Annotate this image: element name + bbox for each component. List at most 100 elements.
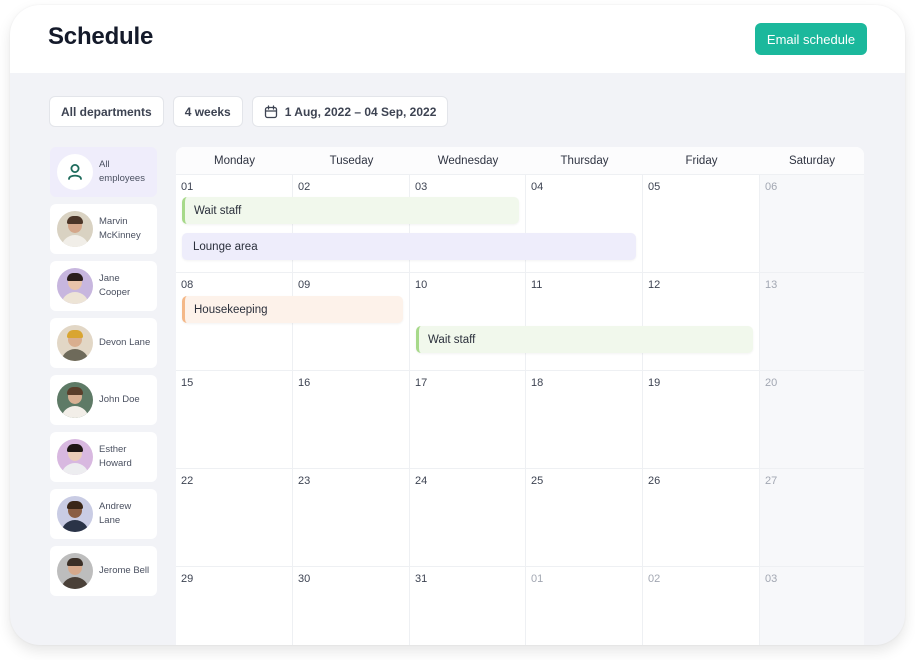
day-header: Wednesday — [437, 154, 499, 167]
calendar-day-cell[interactable]: 22 — [176, 469, 293, 566]
calendar-day-cell[interactable]: 17 — [410, 371, 526, 468]
employee-name: Andrew Lane — [99, 500, 131, 528]
range-filter[interactable]: 4 weeks — [172, 96, 243, 127]
calendar-day-cell[interactable]: 23 — [293, 469, 410, 566]
date-range-label: 1 Aug, 2022 – 04 Sep, 2022 — [284, 104, 437, 119]
employee-name: John Doe — [99, 393, 140, 407]
calendar-day-cell[interactable]: 31 — [410, 567, 526, 645]
calendar-day-cell[interactable]: 12 — [643, 273, 760, 370]
label-line: McKinney — [99, 230, 141, 241]
label-line: Cooper — [99, 287, 131, 298]
employee-name: Esther Howard — [99, 443, 132, 471]
shift-event[interactable]: Wait staff — [182, 197, 519, 224]
calendar-week-row: 15 16 17 18 19 20 — [176, 371, 864, 469]
day-number: 25 — [531, 475, 544, 487]
label-line: John Doe — [99, 394, 140, 405]
sidebar-item-employee[interactable]: Marvin McKinney — [50, 204, 157, 254]
avatar — [57, 496, 93, 532]
avatar — [57, 439, 93, 475]
sidebar-item-employee[interactable]: Jerome Bell — [50, 546, 157, 596]
calendar-day-cell[interactable]: 26 — [643, 469, 760, 566]
shift-event[interactable]: Housekeeping — [182, 296, 403, 323]
label-line: Marvin — [99, 216, 128, 227]
sidebar-item-employee[interactable]: Devon Lane — [50, 318, 157, 368]
day-header: Monday — [214, 154, 255, 167]
day-number: 23 — [298, 475, 311, 487]
calendar-icon — [264, 104, 278, 119]
day-number: 15 — [181, 377, 194, 389]
sidebar-item-employee[interactable]: Jane Cooper — [50, 261, 157, 311]
sidebar-item-employee[interactable]: John Doe — [50, 375, 157, 425]
top-bar: Schedule Email schedule — [10, 5, 905, 73]
calendar-body: 01 02 03 04 05 06 Wait staff Lounge area 08 09 10 1… — [176, 175, 864, 645]
sidebar-item-label: All employees — [99, 158, 145, 186]
label-line: All — [99, 159, 110, 170]
day-number: 24 — [415, 475, 428, 487]
day-number: 04 — [531, 181, 544, 193]
shift-event-label: Wait staff — [428, 333, 476, 346]
calendar-week-row: 22 23 24 25 26 27 — [176, 469, 864, 567]
shift-event[interactable]: Wait staff — [416, 326, 753, 353]
date-range-picker[interactable]: 1 Aug, 2022 – 04 Sep, 2022 — [251, 96, 449, 127]
calendar-day-cell[interactable]: 27 — [760, 469, 864, 566]
employee-sidebar: All employees Marvin McKinney Jane Coope… — [50, 147, 157, 603]
calendar-week-row: 29 30 31 01 02 03 — [176, 567, 864, 645]
calendar-week-row: 01 02 03 04 05 06 Wait staff Lounge area — [176, 175, 864, 273]
calendar-day-cell[interactable]: 03 — [760, 567, 864, 645]
day-number: 08 — [181, 279, 194, 291]
email-schedule-button[interactable]: Email schedule — [755, 23, 867, 55]
calendar-header: Monday Tuseday Wednesday Thursday Friday Satu… — [176, 147, 864, 175]
day-header: Friday — [685, 154, 718, 167]
employee-name: Devon Lane — [99, 336, 150, 350]
calendar-grid: Monday Tuseday Wednesday Thursday Friday Satu… — [176, 147, 864, 645]
label-line: Devon Lane — [99, 337, 151, 348]
day-number: 29 — [181, 573, 194, 585]
calendar-day-cell[interactable]: 13 — [760, 273, 864, 370]
day-number: 03 — [765, 573, 778, 585]
day-number: 13 — [765, 279, 778, 291]
calendar-day-cell[interactable]: 24 — [410, 469, 526, 566]
day-number: 17 — [415, 377, 428, 389]
day-number: 06 — [765, 181, 778, 193]
day-number: 19 — [648, 377, 661, 389]
calendar-day-cell[interactable]: 29 — [176, 567, 293, 645]
calendar-day-cell[interactable]: 05 — [643, 175, 760, 272]
calendar-day-cell[interactable]: 16 — [293, 371, 410, 468]
label-line: Jerome Bell — [99, 565, 150, 576]
day-number: 31 — [415, 573, 428, 585]
avatar — [57, 211, 93, 247]
calendar-day-cell[interactable]: 15 — [176, 371, 293, 468]
day-number: 11 — [531, 279, 543, 291]
avatar — [57, 382, 93, 418]
calendar-day-cell[interactable]: 30 — [293, 567, 410, 645]
day-header: Tuseday — [329, 154, 374, 167]
calendar-day-cell[interactable]: 01 — [526, 567, 643, 645]
day-number: 10 — [415, 279, 428, 291]
calendar-day-cell[interactable]: 25 — [526, 469, 643, 566]
department-filter[interactable]: All departments — [49, 96, 164, 127]
day-number: 03 — [415, 181, 428, 193]
calendar-day-cell[interactable]: 20 — [760, 371, 864, 468]
sidebar-item-employee[interactable]: Esther Howard — [50, 432, 157, 482]
day-number: 01 — [181, 181, 194, 193]
label-line: Jane — [99, 273, 120, 284]
avatar — [57, 553, 93, 589]
label-line: Lane — [99, 515, 121, 526]
calendar-day-cell[interactable]: 02 — [643, 567, 760, 645]
calendar-day-cell[interactable]: 10 — [410, 273, 526, 370]
sidebar-item-all-employees[interactable]: All employees — [50, 147, 157, 197]
label-line: Andrew — [99, 501, 132, 512]
shift-event[interactable]: Lounge area — [182, 233, 636, 260]
label-line: employees — [99, 173, 145, 184]
calendar-day-cell[interactable]: 19 — [643, 371, 760, 468]
sidebar-item-employee[interactable]: Andrew Lane — [50, 489, 157, 539]
department-filter-label: All departments — [61, 104, 152, 119]
calendar-day-cell[interactable]: 11 — [526, 273, 643, 370]
calendar-day-cell[interactable]: 18 — [526, 371, 643, 468]
day-number: 18 — [531, 377, 544, 389]
user-icon — [57, 154, 93, 190]
employee-name: Jerome Bell — [99, 564, 149, 578]
day-number: 05 — [648, 181, 661, 193]
calendar-day-cell[interactable]: 06 — [760, 175, 864, 272]
avatar — [57, 268, 93, 304]
